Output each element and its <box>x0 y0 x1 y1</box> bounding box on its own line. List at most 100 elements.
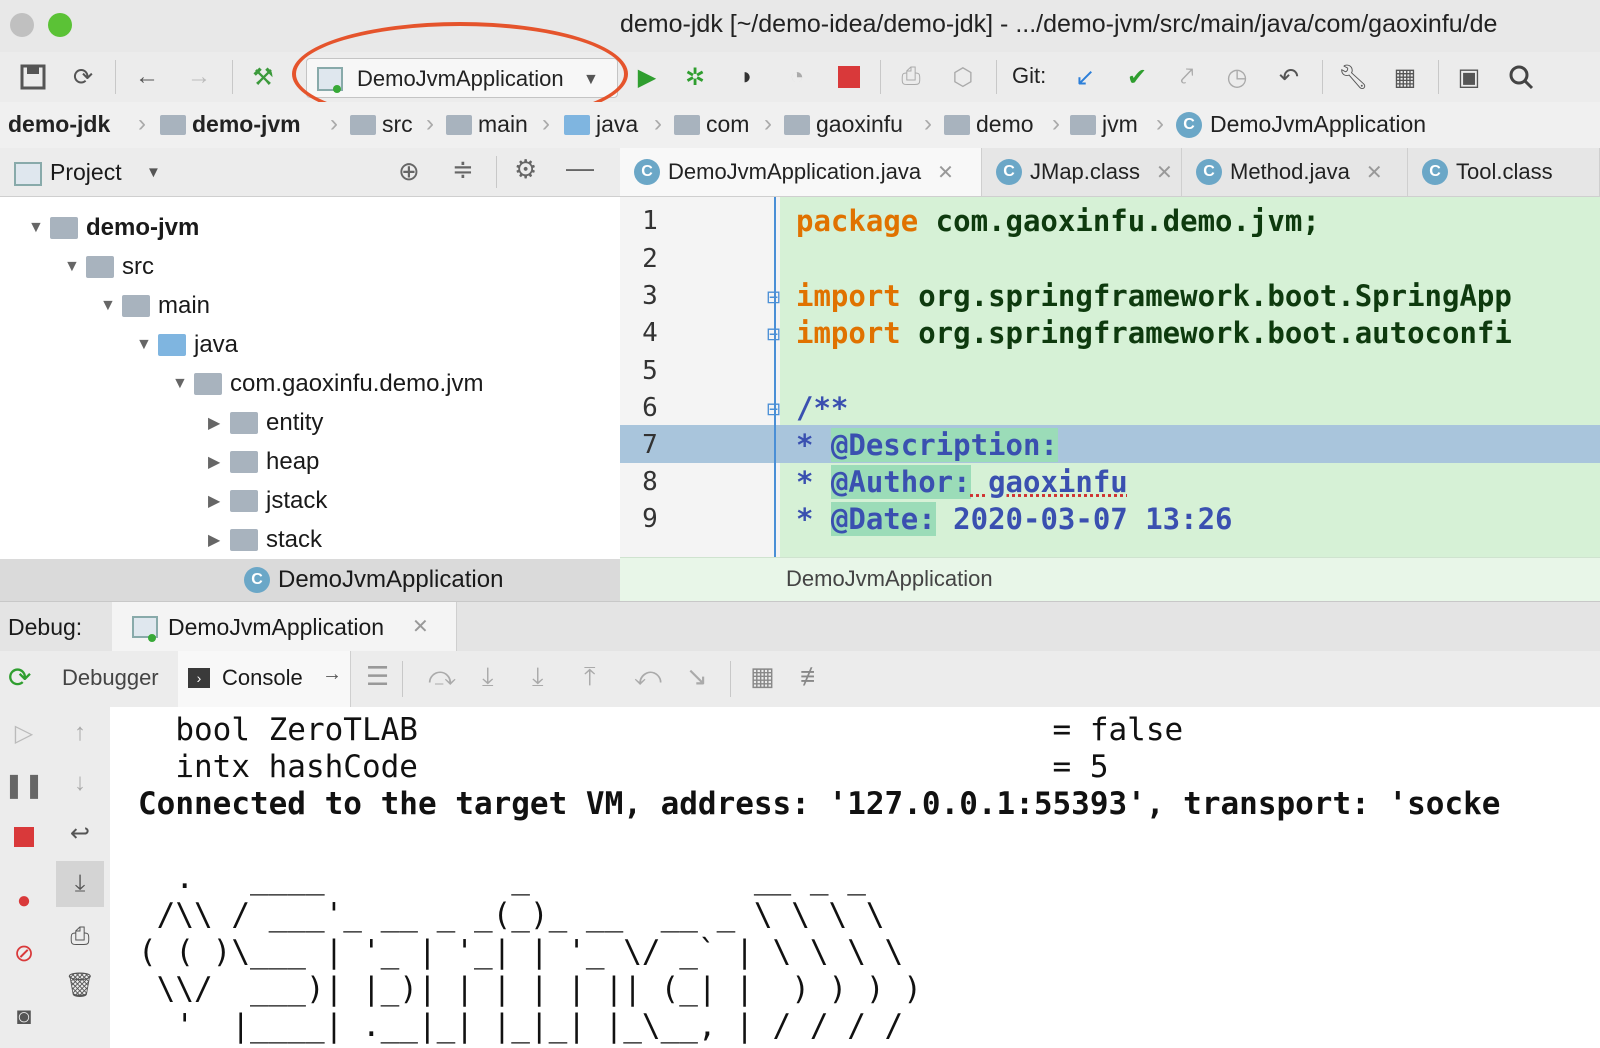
git-commit-icon[interactable]: ✔ <box>1120 60 1154 94</box>
coverage-icon[interactable]: ◗ <box>730 60 764 94</box>
crumb-main[interactable]: main <box>446 111 528 138</box>
tab-jmap-class[interactable]: C JMap.class ✕ <box>982 148 1182 196</box>
tree-node-java[interactable]: ▼ java <box>136 326 238 364</box>
expand-arrow-icon[interactable]: ▼ <box>28 219 50 237</box>
close-icon[interactable]: ✕ <box>937 160 954 185</box>
tab-method-java[interactable]: C Method.java ✕ <box>1182 148 1408 196</box>
zoom-window-button[interactable] <box>48 13 72 37</box>
debug-session-tab[interactable]: DemoJvmApplication ✕ <box>112 602 457 652</box>
tree-node-stack[interactable]: ▶ stack <box>208 521 322 559</box>
stop-icon[interactable] <box>4 817 44 857</box>
locate-icon[interactable]: ⊕ <box>398 156 420 187</box>
crumb-src[interactable]: src <box>350 111 413 138</box>
soft-wrap-icon[interactable]: ↩ <box>60 813 100 853</box>
expand-arrow-icon[interactable]: ▼ <box>172 375 194 393</box>
debug-bug-icon[interactable]: ✲ <box>678 60 712 94</box>
fold-icon[interactable]: ⊟ <box>766 324 781 345</box>
collapsed-arrow-icon[interactable]: ▶ <box>208 491 230 511</box>
evaluate-expression-icon[interactable]: ▦ <box>750 661 775 692</box>
tree-node-jstack[interactable]: ▶ jstack <box>208 482 327 520</box>
scroll-to-end-icon[interactable]: ⤓ <box>56 861 104 907</box>
hide-panel-icon[interactable]: — <box>566 152 594 184</box>
menu-lines-icon[interactable]: ☰ <box>366 661 389 692</box>
trash-icon[interactable]: 🗑︎ <box>60 965 100 1005</box>
mute-breakpoints-icon[interactable]: ⊘ <box>4 933 44 973</box>
crumb-com[interactable]: com <box>674 111 749 138</box>
crumb-gaoxinfu[interactable]: gaoxinfu <box>784 111 903 138</box>
close-icon[interactable]: ✕ <box>1366 160 1383 185</box>
crumb-java[interactable]: java <box>564 111 638 138</box>
attach-icon[interactable]: ⎙ <box>894 60 928 94</box>
tab-tool-class[interactable]: C Tool.class <box>1408 148 1600 196</box>
tree-node-src[interactable]: ▼ src <box>64 248 154 286</box>
line-number: 1 <box>642 206 658 236</box>
close-icon[interactable]: ✕ <box>1156 160 1173 185</box>
run-icon[interactable]: ▶ <box>630 60 664 94</box>
tree-node-package[interactable]: ▼ com.gaoxinfu.demo.jvm <box>172 365 483 403</box>
back-icon[interactable]: ← <box>130 60 164 94</box>
trace-icon[interactable]: ≢ <box>800 661 826 692</box>
step-into-icon[interactable]: ⤓ <box>482 661 494 693</box>
collapsed-arrow-icon[interactable]: ▶ <box>208 530 230 550</box>
save-icon[interactable] <box>16 60 50 94</box>
chevron-down-icon[interactable]: ▼ <box>146 164 161 181</box>
project-view-selector[interactable]: Project <box>50 159 122 186</box>
print-icon[interactable]: ⎙ <box>60 917 100 957</box>
breakpoints-icon[interactable]: ● <box>4 881 44 921</box>
sync-icon[interactable]: ⟳ <box>66 60 100 94</box>
collapsed-arrow-icon[interactable]: ▶ <box>208 452 230 472</box>
arrow-down-icon[interactable]: ↓ <box>60 763 100 803</box>
tree-node-entity[interactable]: ▶ entity <box>208 404 323 442</box>
git-update-icon[interactable]: ↙ <box>1068 60 1102 94</box>
close-window-button[interactable] <box>10 13 34 37</box>
cube-icon[interactable]: ⬡ <box>946 60 980 94</box>
resume-icon[interactable]: ▷ <box>4 713 44 753</box>
drop-frame-icon[interactable]: ⤺ <box>634 661 662 693</box>
revert-icon[interactable]: ↶ <box>1272 60 1306 94</box>
code-editor[interactable]: 1 2 3 4 5 6 7 8 9 ⊟ ⊟ ⊟ package com.gaox… <box>620 197 1600 557</box>
fold-icon[interactable]: ⊟ <box>766 287 781 308</box>
profile-icon[interactable]: ◔ <box>780 60 814 94</box>
arrow-up-icon[interactable]: ↑ <box>60 713 100 753</box>
crumb-demo[interactable]: demo <box>944 111 1034 138</box>
step-over-icon[interactable]: ⤼ <box>428 661 456 693</box>
git-push-icon[interactable]: ⤤ <box>1170 60 1204 94</box>
run-to-cursor-icon[interactable]: ↘ <box>686 661 708 692</box>
pin-arrow-icon[interactable]: → <box>322 663 342 686</box>
force-step-into-icon[interactable]: ⤓ <box>532 661 544 693</box>
tree-node-demo-jvm[interactable]: ▼ demo-jvm <box>28 209 199 247</box>
crumb-demo-jvm[interactable]: demo-jvm <box>160 111 301 138</box>
expand-arrow-icon[interactable]: ▼ <box>100 297 122 315</box>
camera-icon[interactable]: ◙ <box>4 997 44 1037</box>
expand-arrow-icon[interactable]: ▼ <box>64 258 86 276</box>
crumb-jvm[interactable]: jvm <box>1070 111 1138 138</box>
forward-icon[interactable]: → <box>182 60 216 94</box>
crumb-demojvmapplication[interactable]: C DemoJvmApplication <box>1176 111 1426 138</box>
tab-label: Method.java <box>1230 159 1350 184</box>
collapse-all-icon[interactable]: ≑ <box>452 154 474 185</box>
pause-icon[interactable]: ❚❚ <box>4 765 44 805</box>
search-icon[interactable] <box>1504 60 1538 94</box>
step-out-icon[interactable]: ⤒ <box>584 661 596 693</box>
stop-icon[interactable] <box>832 60 866 94</box>
editor-breadcrumb-label[interactable]: DemoJvmApplication <box>786 566 993 592</box>
tab-console[interactable]: › Console → <box>178 651 351 707</box>
build-hammer-icon[interactable]: ⚒ <box>246 60 280 94</box>
console-output[interactable]: bool ZeroTLAB = false intx hashCode = 5 … <box>110 707 1600 1048</box>
tab-demojvmapplication-java[interactable]: C DemoJvmApplication.java ✕ <box>620 148 982 196</box>
fold-icon[interactable]: ⊟ <box>766 399 781 420</box>
close-icon[interactable]: ✕ <box>412 614 429 639</box>
rerun-icon[interactable]: ⟳ <box>8 661 31 694</box>
settings-wrench-icon[interactable]: 🔧︎ <box>1336 60 1370 94</box>
tree-node-main[interactable]: ▼ main <box>100 287 210 325</box>
gear-icon[interactable]: ⚙ <box>514 154 537 185</box>
project-structure-icon[interactable]: ▦ <box>1388 60 1422 94</box>
expand-arrow-icon[interactable]: ▼ <box>136 336 158 354</box>
terminal-icon[interactable]: ▣ <box>1452 60 1486 94</box>
crumb-demo-jdk[interactable]: demo-jdk <box>8 111 110 138</box>
collapsed-arrow-icon[interactable]: ▶ <box>208 413 230 433</box>
tree-node-demojvmapplication[interactable]: C DemoJvmApplication <box>244 561 503 599</box>
tab-debugger[interactable]: Debugger <box>52 651 179 707</box>
history-icon[interactable]: ◷ <box>1220 60 1254 94</box>
tree-node-heap[interactable]: ▶ heap <box>208 443 319 481</box>
